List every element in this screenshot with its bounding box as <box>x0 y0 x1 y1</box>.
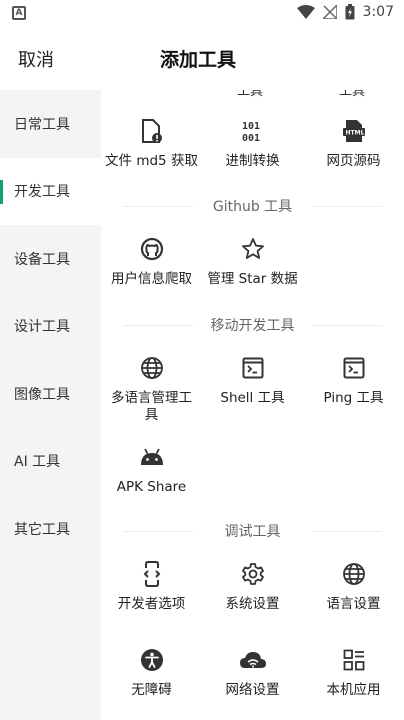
wifi-cloud-icon <box>239 652 266 668</box>
status-bar: A 3:07 <box>0 0 404 30</box>
notification-icon: A <box>12 6 26 20</box>
battery-charging-icon <box>345 4 355 20</box>
tool-label: 开发者选项 <box>117 596 186 612</box>
section-title: 调试工具 <box>216 521 289 541</box>
sidebar-item-label: 其它工具 <box>14 521 70 538</box>
gear-icon <box>241 563 264 585</box>
sidebar-item-label: AI 工具 <box>14 454 61 471</box>
tool-file-md5[interactable]: 文件 md5 获取 <box>101 118 202 170</box>
tool-label: 语言设置 <box>326 596 381 612</box>
tool-label: 本机应用 <box>326 682 381 698</box>
sidebar-item-dev[interactable]: 开发工具 <box>0 157 101 225</box>
tool-apk-share[interactable]: APK Share <box>101 444 202 496</box>
tool-label: 系统设置 <box>225 596 280 612</box>
tool-developer-options[interactable]: 开发者选项 <box>101 561 202 613</box>
page-title: 添加工具 <box>160 49 237 71</box>
tool-label: 无障碍 <box>131 682 172 698</box>
sidebar-item-image[interactable]: 图像工具 <box>0 360 101 428</box>
sidebar-item-other[interactable]: 其它工具 <box>0 495 101 563</box>
terminal-icon <box>343 357 364 379</box>
tool-label: 进制转换 <box>225 153 280 169</box>
tool-label: 文件 md5 获取 <box>105 153 198 169</box>
category-sidebar: 日常工具 开发工具 设备工具 设计工具 图像工具 AI 工具 其它工具 <box>0 90 101 720</box>
tool-grid: 工具 工具 文件 md5 获取 101 001 进制转换 HTML 网页源码 Gi… <box>101 90 404 720</box>
globe-icon <box>140 357 163 379</box>
clipped-previous-row: 工具 工具 <box>101 90 404 100</box>
tool-ping[interactable]: Ping 工具 <box>303 355 404 407</box>
wifi-icon <box>296 5 315 19</box>
tool-accessibility[interactable]: 无障碍 <box>101 647 202 699</box>
tool-language-settings[interactable]: 语言设置 <box>303 561 404 613</box>
tool-network-settings[interactable]: 网络设置 <box>202 647 303 699</box>
sidebar-item-label: 开发工具 <box>14 184 70 201</box>
tool-github-user[interactable]: 用户信息爬取 <box>101 236 202 288</box>
section-header-mobile-dev: 移动开发工具 <box>101 315 404 335</box>
star-icon <box>241 238 264 259</box>
tool-base-convert[interactable]: 101 001 进制转换 <box>202 118 303 170</box>
sidebar-item-label: 设计工具 <box>14 319 70 336</box>
section-header-github: Github 工具 <box>101 196 404 216</box>
terminal-icon <box>242 357 263 379</box>
android-icon <box>140 448 163 465</box>
tool-label: 网络设置 <box>225 682 280 698</box>
clipped-tool-label: 工具 <box>237 90 264 99</box>
sidebar-item-ai[interactable]: AI 工具 <box>0 428 101 496</box>
svg-text:001: 001 <box>242 133 260 143</box>
tool-label: 管理 Star 数据 <box>207 271 298 287</box>
tool-manage-star[interactable]: 管理 Star 数据 <box>202 236 303 288</box>
apps-grid-icon <box>343 649 364 671</box>
notification-letter: A <box>15 8 23 18</box>
sidebar-item-label: 日常工具 <box>14 116 70 133</box>
section-header-debug: 调试工具 <box>101 521 404 541</box>
svg-text:101: 101 <box>242 121 260 132</box>
tool-system-settings[interactable]: 系统设置 <box>202 561 303 613</box>
sidebar-item-design[interactable]: 设计工具 <box>0 293 101 361</box>
sidebar-item-label: 图像工具 <box>14 386 70 403</box>
status-icons: 3:07 <box>296 4 394 20</box>
developer-phone-icon <box>143 561 160 587</box>
sidebar-item-label: 设备工具 <box>14 251 70 268</box>
accessibility-icon <box>140 649 163 671</box>
cancel-button[interactable]: 取消 <box>18 46 54 72</box>
section-title: Github 工具 <box>204 196 301 216</box>
svg-text:HTML: HTML <box>345 130 364 137</box>
globe-icon <box>342 563 365 585</box>
github-icon <box>140 237 163 261</box>
clipped-tool-label: 工具 <box>339 90 366 99</box>
clock: 3:07 <box>362 4 394 20</box>
binary-icon: 101001 <box>242 121 260 143</box>
app-bar: 取消 添加工具 <box>0 30 404 88</box>
sidebar-item-daily[interactable]: 日常工具 <box>0 90 101 158</box>
tool-label: 用户信息爬取 <box>111 271 192 287</box>
tool-label: 网页源码 <box>326 153 381 169</box>
tool-label: Shell 工具 <box>220 390 285 406</box>
tool-label: 多语言管理工具 <box>111 390 192 423</box>
tool-label: Ping 工具 <box>323 390 384 406</box>
tool-i18n-manager[interactable]: 多语言管理工具 <box>101 355 202 424</box>
tool-label: APK Share <box>116 479 187 495</box>
html-file-icon: HTML <box>342 120 365 142</box>
tool-web-source[interactable]: HTML 网页源码 <box>303 118 404 170</box>
file-md5-icon <box>141 119 162 143</box>
tool-shell[interactable]: Shell 工具 <box>202 355 303 407</box>
tool-installed-apps[interactable]: 本机应用 <box>303 647 404 699</box>
section-title: 移动开发工具 <box>202 315 303 335</box>
no-signal-icon <box>322 5 337 19</box>
sidebar-item-device[interactable]: 设备工具 <box>0 225 101 293</box>
